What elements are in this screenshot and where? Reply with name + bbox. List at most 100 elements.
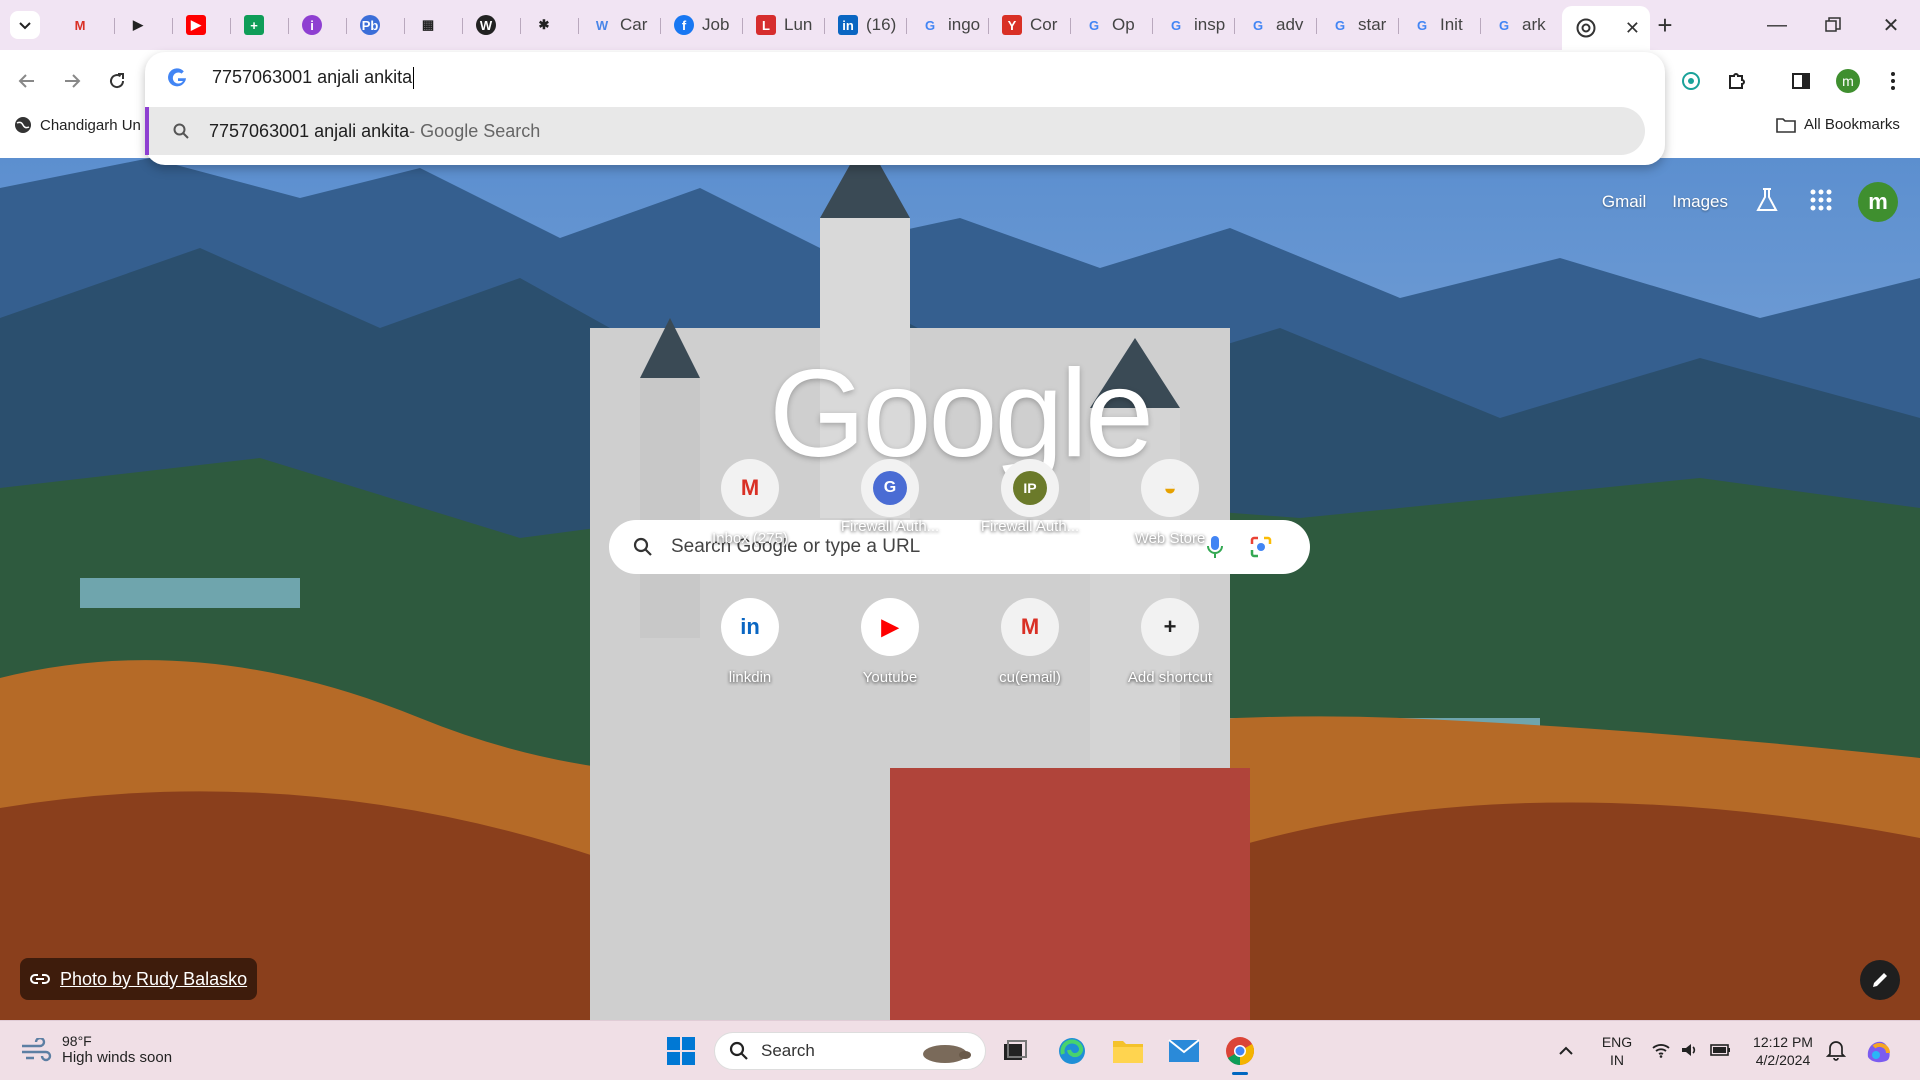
tab-16[interactable]: Ginsp	[1152, 6, 1234, 44]
chevron-up-icon[interactable]	[1558, 1045, 1574, 1055]
photo-credit-link[interactable]: Photo by Rudy Balasko	[20, 958, 258, 1000]
reload-button[interactable]	[100, 64, 134, 98]
back-button[interactable]	[10, 64, 44, 98]
language-indicator[interactable]: ENG IN	[1600, 1033, 1634, 1069]
tab-14[interactable]: Y Cor	[988, 6, 1070, 44]
omnibox[interactable]: 7757063001 anjali ankita 7757063001 anja…	[145, 52, 1665, 165]
close-window-button[interactable]: ✕	[1866, 8, 1916, 42]
shortcut-tile[interactable]: ▶ Youtube	[825, 598, 955, 686]
omnibox-input[interactable]: 7757063001 anjali ankita	[212, 67, 415, 90]
shortcut-label: Add shortcut	[1127, 669, 1213, 686]
task-view-button[interactable]	[995, 1031, 1035, 1071]
y-icon: Y	[1002, 15, 1022, 35]
shortcut-tile[interactable]: + Add shortcut	[1105, 598, 1235, 686]
tab-5[interactable]: Pb	[346, 6, 404, 44]
tab-15[interactable]: G Op	[1070, 6, 1152, 44]
arrow-right-icon	[65, 74, 81, 88]
close-tab-icon[interactable]: ✕	[1625, 18, 1640, 39]
tab-13[interactable]: Gingo	[906, 6, 988, 44]
tab-1[interactable]: ▶	[114, 6, 172, 44]
openai-icon	[1682, 72, 1700, 90]
copilot-icon[interactable]	[1864, 1037, 1894, 1065]
sheets-add-icon: +	[244, 15, 264, 35]
extensions-button[interactable]	[1720, 64, 1754, 98]
taskbar-search[interactable]: Search	[714, 1032, 986, 1070]
omnibox-value: 7757063001 anjali ankita	[212, 67, 413, 87]
shortcut-tile[interactable]: Mcu(email)	[965, 598, 1095, 686]
profile-button[interactable]: m	[1831, 64, 1865, 98]
photo-credit-text: Photo by Rudy Balasko	[60, 968, 248, 989]
menu-button[interactable]	[1876, 64, 1910, 98]
background-photo	[0, 158, 1920, 1020]
gmail-link[interactable]: Gmail	[1602, 192, 1646, 212]
google-icon: G	[1416, 17, 1428, 33]
play-icon: ▶	[133, 17, 143, 32]
calculator-icon: ▦	[421, 17, 435, 32]
shortcut-tile[interactable]: M Inbox (275)	[685, 459, 815, 547]
tab-9[interactable]: W Car	[578, 6, 660, 44]
mail-button[interactable]	[1164, 1031, 1204, 1071]
tab-4[interactable]: i	[288, 6, 346, 44]
edge-button[interactable]	[1052, 1031, 1092, 1071]
shortcut-tile[interactable]: IP Firewall Auth...	[965, 459, 1095, 535]
account-avatar[interactable]: m	[1858, 182, 1898, 222]
start-button[interactable]	[661, 1031, 701, 1071]
tab-19[interactable]: G Init	[1398, 6, 1480, 44]
side-panel-icon	[1792, 73, 1810, 89]
tab-11[interactable]: L Lun	[742, 6, 824, 44]
shortcut-tile[interactable]: in linkdin	[685, 598, 815, 686]
tab-7[interactable]: W	[462, 6, 520, 44]
shortcut-tile[interactable]: G Firewall Auth...	[825, 459, 955, 535]
taskbar-search-label: Search	[761, 1041, 815, 1060]
restore-button[interactable]	[1808, 8, 1858, 42]
arrow-left-icon	[18, 74, 34, 88]
tab-3[interactable]: +	[230, 6, 288, 44]
wifi-icon[interactable]	[1652, 1042, 1670, 1058]
mail-icon	[1168, 1039, 1200, 1062]
file-explorer-button[interactable]	[1108, 1031, 1148, 1071]
tab-17[interactable]: Gadv	[1234, 6, 1316, 44]
bookmark-chandigarh[interactable]: Chandigarh Un	[14, 116, 141, 134]
shortcut-icon: M	[721, 459, 779, 517]
customize-button[interactable]	[1860, 960, 1900, 1000]
bell-icon[interactable]	[1826, 1039, 1846, 1061]
asterisk-icon: ✱	[538, 17, 550, 32]
minimize-button[interactable]: —	[1752, 8, 1802, 42]
language-code: ENG	[1601, 1034, 1633, 1050]
ai-extension-button[interactable]	[1674, 64, 1708, 98]
shortcut-label: Youtube	[862, 669, 918, 686]
tab-active[interactable]: ✕	[1562, 6, 1650, 50]
tab-2[interactable]: ▶	[172, 6, 230, 44]
tab-20[interactable]: Gark	[1480, 6, 1562, 44]
all-bookmarks-button[interactable]: All Bookmarks	[1776, 116, 1900, 133]
omnibox-suggestion[interactable]: 7757063001 anjali ankita - Google Search	[145, 107, 1645, 155]
images-link[interactable]: Images	[1672, 192, 1728, 212]
tab-8[interactable]: ✱	[520, 6, 578, 44]
tab-title: adv	[1276, 15, 1304, 34]
clock[interactable]: 12:12 PM 4/2/2024	[1748, 1033, 1818, 1069]
new-tab-button[interactable]: +	[1650, 10, 1680, 40]
labs-button[interactable]	[1754, 187, 1780, 218]
speaker-icon[interactable]	[1680, 1041, 1698, 1059]
weather-widget[interactable]: 98°F High winds soon	[20, 1033, 172, 1066]
region-code: IN	[1610, 1052, 1624, 1068]
taskbar: 98°F High winds soon Search ENG IN 12:12…	[0, 1020, 1920, 1080]
tab-search-button[interactable]	[10, 11, 40, 39]
apps-button[interactable]	[1810, 189, 1832, 216]
tab-6[interactable]: ▦	[404, 6, 462, 44]
side-panel-button[interactable]	[1784, 64, 1818, 98]
tab-title: Car	[620, 15, 648, 34]
shortcut-icon: ◒	[1141, 459, 1199, 517]
chrome-button[interactable]	[1220, 1031, 1260, 1075]
google-icon: G	[1170, 17, 1182, 33]
forward-button[interactable]	[55, 64, 89, 98]
tab-10[interactable]: f Job	[660, 6, 742, 44]
tab-0[interactable]: M	[56, 6, 114, 44]
tab-title: insp	[1194, 15, 1226, 34]
tab-18[interactable]: Gstar	[1316, 6, 1398, 44]
tab-strip: M ▶ ▶ + i Pb ▦ W ✱ W Car f Job L Lun in (16) Gingo Y Cor G Op…	[0, 0, 1920, 50]
shortcut-tile[interactable]: ◒ Web Store	[1105, 459, 1235, 547]
battery-icon[interactable]	[1710, 1041, 1732, 1059]
google-lens-icon[interactable]	[1249, 535, 1273, 559]
tab-12[interactable]: in (16)	[824, 6, 906, 44]
